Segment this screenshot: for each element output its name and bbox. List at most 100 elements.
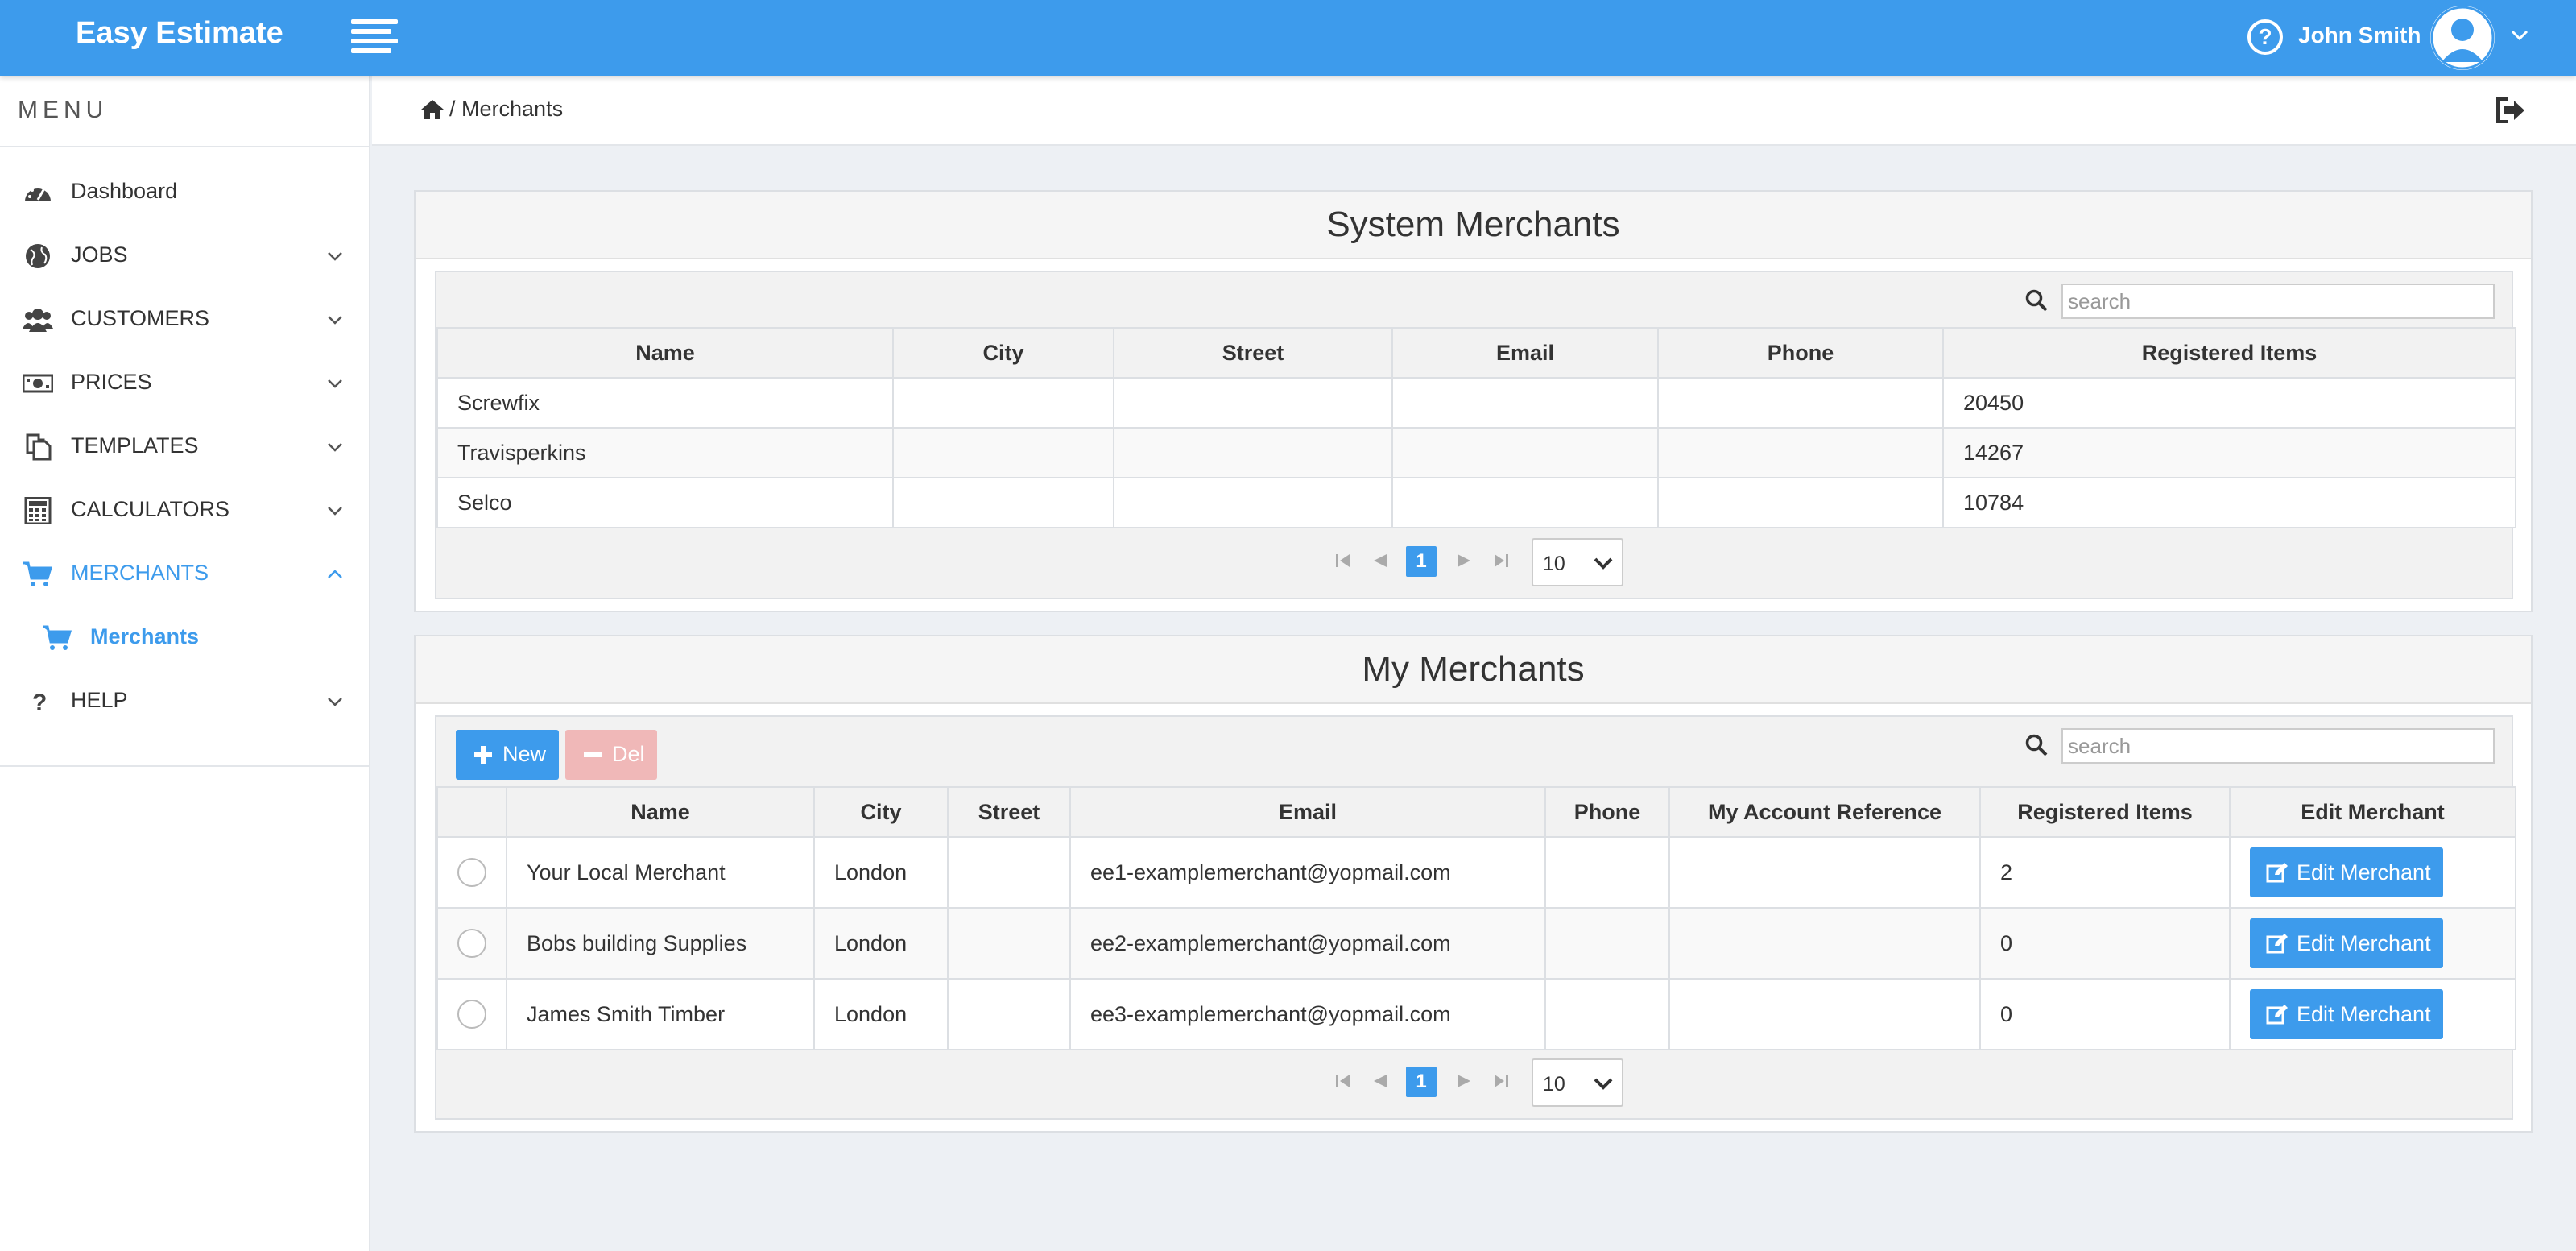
edit-merchant-button[interactable]: Edit Merchant <box>2250 847 2443 897</box>
edit-icon <box>2266 934 2288 954</box>
table-row[interactable]: Your Local Merchant London ee1-exampleme… <box>436 836 2516 909</box>
page-size-select[interactable]: 10 <box>1532 538 1623 586</box>
edit-cell: Edit Merchant <box>2229 907 2516 980</box>
home-icon[interactable] <box>420 98 444 121</box>
first-page-icon[interactable] <box>1333 1071 1353 1091</box>
edit-cell: Edit Merchant <box>2229 836 2516 909</box>
column-header[interactable]: Registered Items <box>1942 327 2516 379</box>
sidebar-item-dashboard[interactable]: Dashboard <box>0 164 369 221</box>
first-page-icon[interactable] <box>1333 551 1353 570</box>
column-header[interactable]: Registered Items <box>1979 786 2231 838</box>
column-header[interactable]: Street <box>947 786 1071 838</box>
sidebar-item-jobs[interactable]: JOBS <box>0 228 369 284</box>
table-cell <box>1668 907 1981 980</box>
current-page[interactable]: 1 <box>1406 1067 1437 1097</box>
column-header[interactable]: Phone <box>1657 327 1944 379</box>
user-name[interactable]: John Smith <box>2298 23 2421 48</box>
brand-logo-text[interactable]: Easy Estimate <box>76 16 283 51</box>
table-cell <box>892 377 1114 429</box>
search-input[interactable] <box>2061 728 2495 764</box>
pagination: 1 10 <box>1333 538 1625 586</box>
search-icon <box>2025 734 2048 756</box>
column-header: Edit Merchant <box>2229 786 2516 838</box>
sidebar-item-prices[interactable]: PRICES <box>0 355 369 412</box>
prev-page-icon[interactable] <box>1371 551 1390 570</box>
plus-icon <box>474 746 492 764</box>
column-header[interactable]: Name <box>506 786 815 838</box>
table-cell <box>1391 427 1659 478</box>
column-header[interactable]: City <box>813 786 949 838</box>
sidebar-subitem-label: Merchants <box>90 624 200 648</box>
page-size-select[interactable]: 10 <box>1532 1058 1623 1107</box>
logout-icon[interactable] <box>2495 97 2527 124</box>
edit-button-label: Edit Merchant <box>2297 860 2431 884</box>
chevron-down-icon <box>1594 1078 1613 1090</box>
pagination: 1 10 <box>1333 1058 1625 1107</box>
column-header[interactable]: Street <box>1113 327 1393 379</box>
breadcrumb-current: Merchants <box>461 97 564 121</box>
table-cell <box>1657 377 1944 429</box>
sidebar-item-templates[interactable]: TEMPLATES <box>0 419 369 475</box>
help-icon[interactable]: ? <box>2247 19 2283 55</box>
table-cell <box>1668 836 1981 909</box>
table-row[interactable]: Screwfix 20450 <box>436 377 2516 429</box>
column-header[interactable]: Name <box>436 327 894 379</box>
divider <box>0 765 369 767</box>
table-cell: 0 <box>1979 907 2231 980</box>
column-header[interactable]: City <box>892 327 1114 379</box>
edit-cell: Edit Merchant <box>2229 978 2516 1050</box>
row-select-radio[interactable] <box>457 929 486 958</box>
table-cell: 14267 <box>1942 427 2516 478</box>
avatar[interactable] <box>2430 6 2495 70</box>
next-page-icon[interactable] <box>1454 551 1474 570</box>
table-row[interactable]: James Smith Timber London ee3-examplemer… <box>436 978 2516 1050</box>
edit-merchant-button[interactable]: Edit Merchant <box>2250 989 2443 1039</box>
table-row[interactable]: Travisperkins 14267 <box>436 427 2516 478</box>
column-header[interactable]: My Account Reference <box>1668 786 1981 838</box>
new-merchant-button[interactable]: New <box>456 730 559 780</box>
current-page[interactable]: 1 <box>1406 546 1437 577</box>
sidebar-item-label: MERCHANTS <box>71 561 209 585</box>
sidebar-item-merchants[interactable]: MERCHANTS <box>0 546 369 603</box>
table-cell: 2 <box>1979 836 2231 909</box>
cart-icon <box>23 561 53 586</box>
table-row[interactable]: Bobs building Supplies London ee2-exampl… <box>436 907 2516 980</box>
column-header[interactable]: Email <box>1069 786 1546 838</box>
edit-merchant-button[interactable]: Edit Merchant <box>2250 918 2443 968</box>
chevron-down-icon[interactable] <box>2508 23 2532 47</box>
table-cell <box>1657 477 1944 528</box>
sidebar-item-customers[interactable]: CUSTOMERS <box>0 292 369 348</box>
minus-icon <box>584 752 602 757</box>
chevron-down-icon <box>328 698 342 706</box>
table-cell: Bobs building Supplies <box>506 907 815 980</box>
delete-merchant-button[interactable]: Del <box>565 730 657 780</box>
sidebar-subitem-merchants[interactable]: Merchants <box>0 610 369 666</box>
table-row[interactable]: Selco 10784 <box>436 477 2516 528</box>
last-page-icon[interactable] <box>1491 1071 1511 1091</box>
prev-page-icon[interactable] <box>1371 1071 1390 1091</box>
sidebar-item-help[interactable]: ? HELP <box>0 673 369 730</box>
table-cell <box>1668 978 1981 1050</box>
column-header[interactable]: Phone <box>1544 786 1670 838</box>
money-icon <box>23 374 53 393</box>
my-merchants-panel: My Merchants New Del Name City S <box>414 635 2533 1133</box>
column-header[interactable]: Email <box>1391 327 1659 379</box>
divider <box>0 146 369 147</box>
row-select-radio[interactable] <box>457 1000 486 1029</box>
table-cell <box>947 907 1071 980</box>
next-page-icon[interactable] <box>1454 1071 1474 1091</box>
table-cell: London <box>813 978 949 1050</box>
table-cell: London <box>813 836 949 909</box>
table-cell: 10784 <box>1942 477 2516 528</box>
row-select-radio[interactable] <box>457 858 486 887</box>
chevron-down-icon <box>328 252 342 261</box>
table-cell <box>1391 377 1659 429</box>
table-cell <box>1113 377 1393 429</box>
copy-icon <box>26 433 52 461</box>
last-page-icon[interactable] <box>1491 551 1511 570</box>
table-cell: 20450 <box>1942 377 2516 429</box>
sidebar-item-calculators[interactable]: CALCULATORS <box>0 483 369 539</box>
page-size-value: 10 <box>1543 553 1565 575</box>
search-input[interactable] <box>2061 284 2495 319</box>
menu-toggle-icon[interactable] <box>351 19 398 55</box>
